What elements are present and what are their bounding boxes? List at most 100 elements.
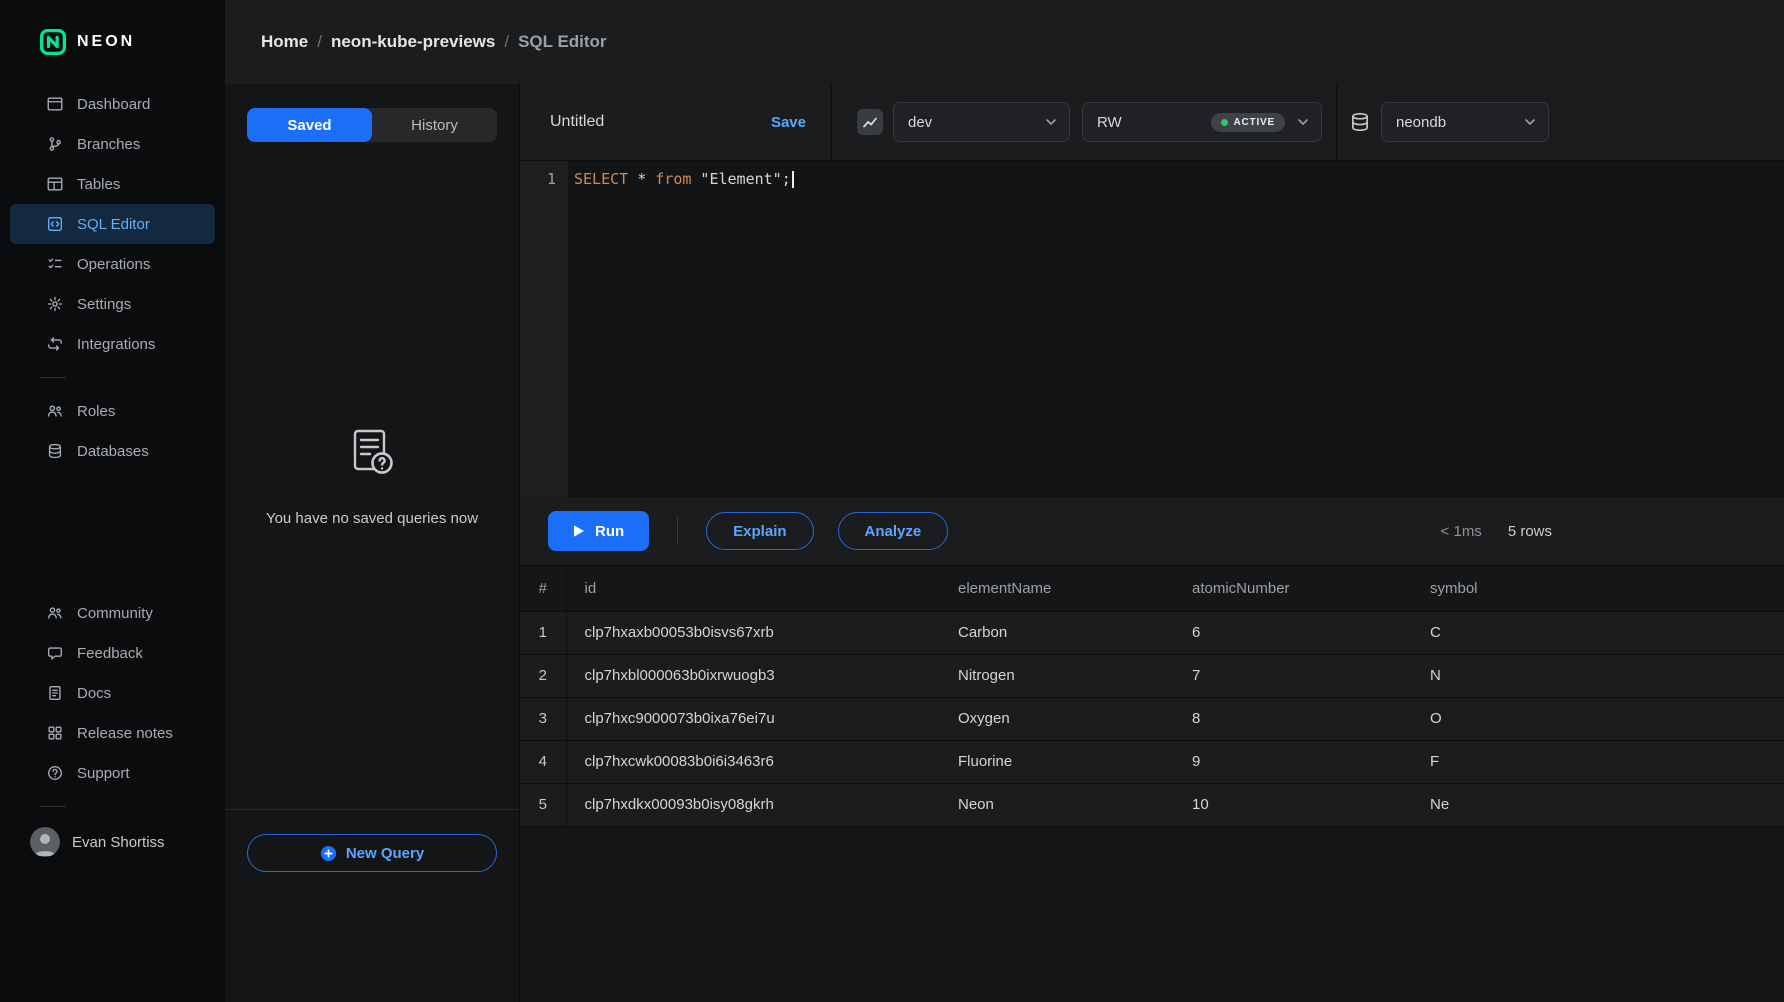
- new-query-label: New Query: [346, 845, 424, 862]
- cell-atomicNumber: 7: [1174, 654, 1412, 697]
- sidebar-item-label: Databases: [77, 443, 149, 460]
- compute-select[interactable]: RW ACTIVE: [1082, 102, 1322, 142]
- queries-panel-footer: New Query: [225, 809, 519, 1002]
- column-header-symbol: symbol: [1412, 566, 1784, 611]
- table-row: 2 clp7hxbl000063b0ixrwuogb3 Nitrogen 7 N: [520, 654, 1784, 697]
- sidebar-nav-footer: Community Feedback Docs Release notes Su…: [0, 593, 225, 793]
- cell-elementName: Neon: [940, 783, 1174, 826]
- sidebar-item-label: Feedback: [77, 645, 143, 662]
- cell-elementName: Oxygen: [940, 697, 1174, 740]
- query-duration: < 1ms: [1441, 523, 1482, 540]
- chevron-down-icon: [1043, 114, 1059, 130]
- sidebar-item-label: Integrations: [77, 336, 155, 353]
- table-row: 3 clp7hxc9000073b0ixa76ei7u Oxygen 8 O: [520, 697, 1784, 740]
- analyze-button[interactable]: Analyze: [838, 512, 949, 550]
- query-title-group: Untitled Save: [550, 113, 806, 131]
- content-row: Saved History You have no saved queries …: [225, 84, 1784, 1002]
- settings-icon: [46, 295, 64, 313]
- sidebar-item-dashboard[interactable]: Dashboard: [10, 84, 215, 124]
- sidebar-nav-secondary: Roles Databases: [0, 391, 225, 471]
- avatar: [30, 827, 60, 857]
- sidebar-item-community[interactable]: Community: [10, 593, 215, 633]
- sidebar-item-feedback[interactable]: Feedback: [10, 633, 215, 673]
- queries-tabs: Saved History: [247, 108, 497, 142]
- sidebar-item-label: Release notes: [77, 725, 173, 742]
- cell-id: clp7hxaxb00053b0isvs67xrb: [566, 611, 940, 654]
- cell-symbol: F: [1412, 740, 1784, 783]
- code-line[interactable]: SELECT * from "Element";: [568, 161, 1784, 497]
- sidebar-item-support[interactable]: Support: [10, 753, 215, 793]
- breadcrumb-home[interactable]: Home: [261, 32, 308, 52]
- query-title[interactable]: Untitled: [550, 113, 604, 131]
- column-header-id: id: [566, 566, 940, 611]
- sidebar-item-label: Tables: [77, 176, 120, 193]
- tab-saved[interactable]: Saved: [247, 108, 372, 142]
- integrations-icon: [46, 335, 64, 353]
- operations-icon: [46, 255, 64, 273]
- sidebar-item-databases[interactable]: Databases: [10, 431, 215, 471]
- breadcrumb-project[interactable]: neon-kube-previews: [331, 32, 495, 52]
- community-icon: [46, 604, 64, 622]
- sql-editor[interactable]: 1 SELECT * from "Element";: [520, 160, 1784, 497]
- sidebar-item-branches[interactable]: Branches: [10, 124, 215, 164]
- breadcrumb: Home / neon-kube-previews / SQL Editor: [225, 0, 1784, 84]
- action-bar: Run Explain Analyze < 1ms 5 rows: [520, 497, 1784, 565]
- results-panel: # id elementName atomicNumber symbol 1 c…: [520, 565, 1784, 1002]
- cell-atomicNumber: 8: [1174, 697, 1412, 740]
- sidebar: NEON Dashboard Branches Tables SQL Edito…: [0, 0, 225, 1002]
- neon-logo[interactable]: NEON: [0, 0, 225, 84]
- breadcrumb-separator: /: [504, 32, 509, 52]
- sidebar-item-label: Support: [77, 765, 130, 782]
- chevron-down-icon: [1295, 114, 1311, 130]
- cell-id: clp7hxbl000063b0ixrwuogb3: [566, 654, 940, 697]
- tab-history[interactable]: History: [372, 108, 497, 142]
- sidebar-item-integrations[interactable]: Integrations: [10, 324, 215, 364]
- empty-state: You have no saved queries now: [225, 142, 519, 809]
- run-button[interactable]: Run: [548, 511, 649, 551]
- save-button[interactable]: Save: [771, 114, 806, 131]
- user-name: Evan Shortiss: [72, 834, 165, 851]
- column-header-index: #: [520, 566, 566, 611]
- sidebar-divider: [40, 806, 66, 807]
- sidebar-item-operations[interactable]: Operations: [10, 244, 215, 284]
- sidebar-item-settings[interactable]: Settings: [10, 284, 215, 324]
- database-icon: [1349, 111, 1371, 133]
- branch-select[interactable]: dev: [893, 102, 1070, 142]
- user-menu[interactable]: Evan Shortiss: [0, 820, 225, 864]
- cell-row-number: 4: [520, 740, 566, 783]
- sidebar-item-tables[interactable]: Tables: [10, 164, 215, 204]
- new-query-button[interactable]: New Query: [247, 834, 497, 872]
- sidebar-item-docs[interactable]: Docs: [10, 673, 215, 713]
- cell-symbol: O: [1412, 697, 1784, 740]
- run-label: Run: [595, 523, 624, 540]
- table-header-row: # id elementName atomicNumber symbol: [520, 566, 1784, 611]
- status-badge-label: ACTIVE: [1234, 117, 1275, 128]
- breadcrumb-separator: /: [317, 32, 322, 52]
- docs-icon: [46, 684, 64, 702]
- sidebar-item-sql-editor[interactable]: SQL Editor: [10, 204, 215, 244]
- text-cursor: [792, 171, 794, 188]
- support-icon: [46, 764, 64, 782]
- status-dot: [1221, 119, 1228, 126]
- database-select[interactable]: neondb: [1381, 102, 1549, 142]
- sidebar-divider: [40, 377, 66, 378]
- tables-icon: [46, 175, 64, 193]
- database-select-value: neondb: [1396, 114, 1446, 131]
- line-number-gutter: 1: [520, 161, 568, 497]
- cell-symbol: C: [1412, 611, 1784, 654]
- query-row-count: 5 rows: [1508, 523, 1552, 540]
- topbar-divider: [831, 84, 832, 160]
- cell-elementName: Carbon: [940, 611, 1174, 654]
- cell-row-number: 5: [520, 783, 566, 826]
- neon-logo-icon: [40, 29, 66, 55]
- roles-icon: [46, 402, 64, 420]
- topbar-divider: [1336, 84, 1337, 160]
- sidebar-item-release-notes[interactable]: Release notes: [10, 713, 215, 753]
- sidebar-item-label: Branches: [77, 136, 140, 153]
- explain-button[interactable]: Explain: [706, 512, 813, 550]
- feedback-icon: [46, 644, 64, 662]
- release-notes-icon: [46, 724, 64, 742]
- sidebar-item-label: Dashboard: [77, 96, 150, 113]
- cell-id: clp7hxcwk00083b0i6i3463r6: [566, 740, 940, 783]
- sidebar-item-roles[interactable]: Roles: [10, 391, 215, 431]
